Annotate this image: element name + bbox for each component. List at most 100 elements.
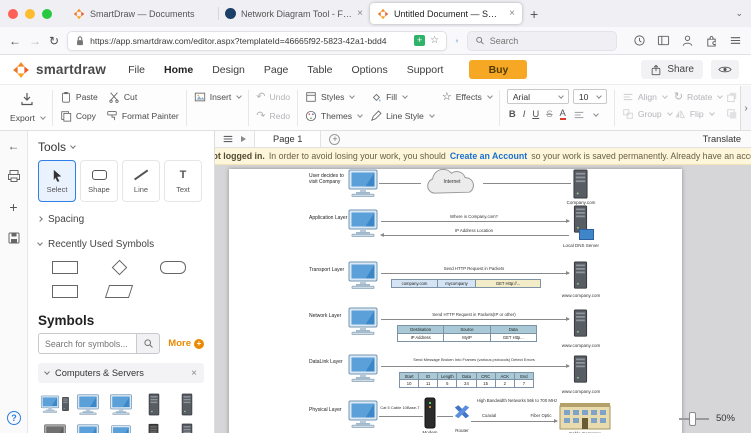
cut-button[interactable]: Cut: [108, 89, 137, 105]
symbol-search-input[interactable]: [38, 333, 137, 354]
symbol-diamond[interactable]: [111, 259, 127, 275]
panel-back-icon[interactable]: ←: [8, 139, 20, 153]
ribbon-expand-chevron[interactable]: ›: [740, 86, 751, 130]
extension-badge-icon[interactable]: +: [414, 35, 426, 46]
undo-button[interactable]: ↶ Undo: [256, 89, 290, 105]
history-icon[interactable]: [633, 34, 646, 47]
tools-header[interactable]: Tools: [38, 139, 204, 155]
router-icon[interactable]: [453, 403, 471, 421]
symbol-parallelogram[interactable]: [104, 284, 134, 298]
text-tool-button[interactable]: T Text: [164, 160, 202, 202]
help-button[interactable]: ?: [7, 411, 21, 425]
zoom-window-button[interactable]: [42, 8, 52, 19]
sidebar-toggle-icon[interactable]: [241, 136, 246, 142]
close-window-button[interactable]: [8, 8, 18, 19]
menu-support[interactable]: Support: [407, 64, 444, 76]
line-style-button[interactable]: Line Style: [370, 108, 435, 124]
tab-close-icon[interactable]: ×: [357, 8, 363, 19]
symbol-rectangle[interactable]: [52, 284, 78, 298]
styles-button[interactable]: Styles: [305, 89, 362, 105]
menu-table[interactable]: Table: [307, 64, 332, 76]
shape-tool-button[interactable]: Shape: [80, 160, 118, 202]
symbol-category-header[interactable]: Computers & Servers ×: [38, 363, 204, 383]
frame-table-row[interactable]: 10 11 5 24 15 2 7: [399, 379, 534, 389]
reload-button[interactable]: ↻: [49, 34, 59, 48]
workstation-icon[interactable]: [347, 209, 379, 237]
workstation-icon[interactable]: [347, 307, 379, 335]
dns-device-icon[interactable]: [579, 229, 594, 240]
font-color-button[interactable]: A: [559, 109, 566, 121]
canvas-viewport[interactable]: User decides to visit Company Internet C…: [215, 165, 751, 433]
symbol-rounded-rectangle[interactable]: [160, 260, 186, 274]
italic-button[interactable]: I: [523, 109, 526, 120]
symbol-rectangle[interactable]: [52, 260, 78, 274]
copy-button[interactable]: Copy: [60, 108, 96, 124]
symbol-monitor[interactable]: [76, 424, 100, 433]
buy-button[interactable]: Buy: [469, 60, 528, 79]
browser-tab-documents[interactable]: SmartDraw — Documents: [66, 3, 218, 24]
insert-button[interactable]: Insert: [194, 89, 243, 105]
back-button[interactable]: ←: [9, 34, 21, 48]
text-align-icon[interactable]: [573, 109, 585, 121]
line-tool-button[interactable]: Line: [122, 160, 160, 202]
page-tab[interactable]: Page 1: [254, 131, 322, 147]
page-list-icon[interactable]: [222, 133, 234, 145]
bookmark-star-icon[interactable]: ☆: [430, 35, 439, 46]
forward-button[interactable]: →: [29, 34, 41, 48]
downloads-icon[interactable]: [455, 34, 459, 47]
symbol-tower[interactable]: [180, 423, 194, 433]
add-page-icon[interactable]: +: [329, 133, 341, 145]
align-button[interactable]: Align: [622, 89, 670, 105]
fill-button[interactable]: Fill: [370, 89, 434, 105]
symbol-desktop-computer[interactable]: [40, 395, 70, 413]
tab-overflow-chevron-icon[interactable]: ⌄: [735, 8, 743, 19]
symbol-monitor[interactable]: [109, 394, 133, 415]
symbol-tower-dark[interactable]: [147, 423, 160, 433]
paste-button[interactable]: Paste: [60, 89, 98, 105]
group-button[interactable]: Group: [622, 106, 673, 122]
select-tool-button[interactable]: Select: [38, 160, 76, 202]
server-icon[interactable]: [571, 169, 590, 199]
save-icon[interactable]: [7, 231, 21, 245]
font-family-select[interactable]: Arial: [506, 89, 569, 104]
bold-button[interactable]: B: [509, 109, 516, 120]
server-icon[interactable]: [571, 355, 590, 383]
zoom-slider[interactable]: [678, 411, 709, 426]
menu-icon[interactable]: [729, 34, 742, 47]
server-icon[interactable]: [571, 261, 590, 289]
browser-search-field[interactable]: [467, 30, 617, 51]
tab-close-icon[interactable]: ×: [509, 8, 515, 19]
document-page[interactable]: User decides to visit Company Internet C…: [229, 169, 682, 433]
rotate-button[interactable]: ↻ Rotate: [674, 89, 724, 105]
menu-design[interactable]: Design: [212, 64, 245, 76]
effects-button[interactable]: ☆ Effects: [442, 89, 493, 105]
close-icon[interactable]: ×: [191, 368, 197, 379]
browser-search-input[interactable]: [489, 35, 609, 46]
flip-button[interactable]: Flip: [674, 106, 722, 122]
workstation-icon[interactable]: [347, 354, 379, 382]
more-symbols-link[interactable]: More +: [168, 338, 204, 349]
server-icon[interactable]: [571, 309, 590, 337]
symbol-tower[interactable]: [180, 393, 194, 416]
recent-symbols-header[interactable]: Recently Used Symbols: [37, 236, 204, 252]
new-tab-button[interactable]: +: [530, 6, 538, 22]
export-button[interactable]: Export: [10, 110, 46, 126]
format-painter-button[interactable]: Format Painter: [106, 108, 179, 124]
modem-icon[interactable]: [423, 397, 437, 429]
themes-button[interactable]: Themes: [305, 108, 363, 124]
address-bar[interactable]: https://app.smartdraw.com/editor.aspx?te…: [67, 30, 448, 51]
print-icon[interactable]: [7, 169, 21, 183]
add-icon[interactable]: +: [9, 199, 17, 215]
browser-tab-network-diagram-tool[interactable]: Network Diagram Tool - Free O... ×: [218, 3, 370, 24]
menu-home[interactable]: Home: [164, 64, 193, 76]
symbol-tower[interactable]: [147, 393, 161, 416]
minimize-window-button[interactable]: [25, 8, 35, 19]
extensions-icon[interactable]: [705, 34, 718, 47]
workstation-icon[interactable]: [347, 261, 379, 289]
workstation-icon[interactable]: [347, 169, 379, 197]
menu-file[interactable]: File: [128, 64, 145, 76]
zoom-slider-handle[interactable]: [688, 411, 696, 426]
font-size-select[interactable]: 10: [572, 89, 607, 104]
translate-button[interactable]: Translate: [703, 134, 741, 144]
packet-table-row[interactable]: IP Address MyIP GET Http...: [397, 333, 537, 343]
